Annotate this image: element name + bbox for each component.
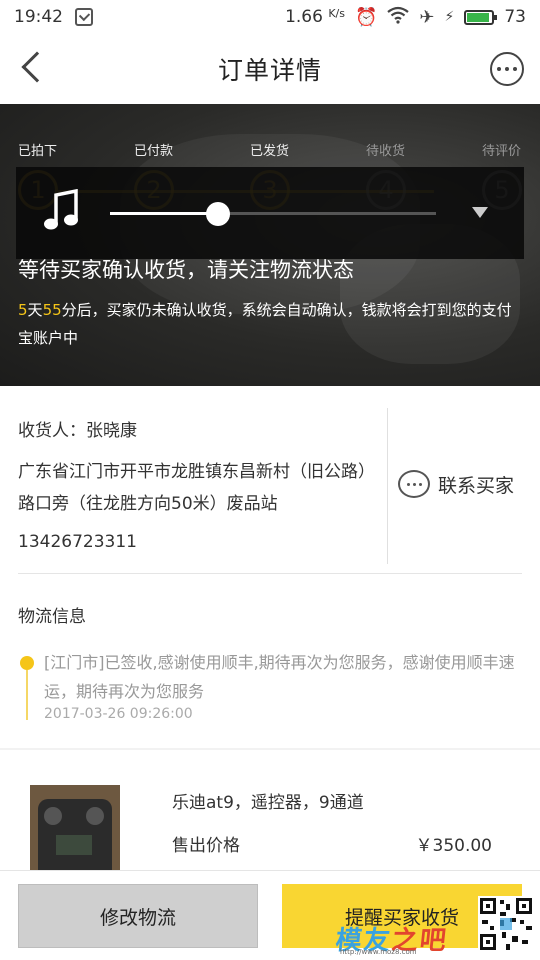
alarm-icon: ⏰ (355, 6, 378, 28)
progress-step-labels: 已拍下 已付款 已发货 待收货 待评价 (0, 140, 540, 160)
logistics-timestamp: 2017-03-26 09:26:00 (44, 706, 193, 722)
back-icon[interactable] (21, 51, 53, 83)
product-thumbnail[interactable] (30, 785, 120, 870)
network-speed-unit: K/s (328, 7, 345, 20)
player-seek-handle[interactable] (206, 202, 230, 226)
watermark-url: http://www.moz8.com (340, 948, 417, 956)
contact-buyer-label: 联系买家 (438, 474, 515, 497)
airplane-icon: ✈ (419, 6, 435, 28)
horizontal-divider (18, 573, 522, 574)
product-image-screen (56, 835, 92, 855)
receiver-name: 收货人：张晓康 (18, 421, 137, 441)
step-label-3: 已发货 (250, 144, 290, 159)
contact-buyer-button[interactable]: 联系买家 (398, 470, 514, 498)
product-item[interactable]: 乐迪at9，遥控器，9通道 售出价格 ￥350.00 (0, 750, 540, 870)
countdown-days: 5 (18, 301, 28, 319)
timeline-dot (20, 656, 34, 670)
music-note-icon[interactable] (42, 189, 82, 233)
page-title: 订单详情 (217, 56, 322, 85)
charging-icon: ⚡ (444, 9, 455, 25)
logistics-latest-entry[interactable]: [江门市]已签收,感谢使用顺丰,期待再次为您服务，感谢使用顺丰速运，期待再次为您… (44, 648, 520, 706)
step-label-4: 待收货 (366, 144, 406, 159)
player-progress-played[interactable] (110, 212, 220, 215)
notification-icon (75, 8, 93, 26)
logistics-title: 物流信息 (18, 607, 86, 627)
status-bar: 19:42 1.66 K/s ⏰ ✈ ⚡ 73 (0, 0, 540, 34)
bottom-action-bar: 修改物流 提醒买家收货 (0, 870, 540, 960)
countdown-days-unit: 天 (27, 301, 43, 319)
product-name: 乐迪at9，遥控器，9通道 (172, 793, 364, 813)
timeline-line (26, 670, 28, 720)
countdown-minutes: 55 (42, 301, 62, 319)
battery-level: 73 (504, 7, 526, 27)
step-label-1: 已拍下 (18, 144, 58, 159)
network-speed-value: 1.66 (285, 7, 323, 27)
product-image-stick-right (86, 807, 104, 825)
network-speed: 1.66 K/s (285, 7, 345, 27)
order-info-card: 收货人：张晓康 广东省江门市开平市龙胜镇东昌新村（旧公路）路口旁（往龙胜方向50… (0, 386, 540, 748)
receiver-phone: 13426723311 (18, 532, 137, 552)
player-progress-remaining[interactable] (220, 212, 436, 215)
battery-icon (464, 9, 498, 25)
status-description-text: 分后，买家仍未确认收货，系统会自动确认，钱款将会打到您的支付宝账户中 (18, 301, 512, 347)
receiver-address: 广东省江门市开平市龙胜镇东昌新村（旧公路）路口旁（往龙胜方向50米）废品站 (18, 462, 375, 514)
product-price: ￥350.00 (415, 836, 492, 856)
dropdown-arrow-icon[interactable] (472, 207, 488, 218)
wifi-icon (387, 6, 410, 29)
status-description: 5天55分后，买家仍未确认收货，系统会自动确认，钱款将会打到您的支付宝账户中 (18, 296, 518, 352)
step-label-2: 已付款 (134, 144, 174, 159)
modify-logistics-button[interactable]: 修改物流 (18, 884, 258, 948)
app-header: 订单详情 (0, 34, 540, 104)
more-options-icon[interactable] (490, 52, 524, 86)
vertical-divider (387, 408, 388, 564)
media-player-overlay[interactable] (16, 167, 524, 259)
status-right: 1.66 K/s ⏰ ✈ ⚡ 73 (285, 6, 526, 29)
qr-code-icon (478, 896, 534, 952)
status-time: 19:42 (14, 7, 63, 27)
chat-bubble-icon (398, 470, 430, 498)
price-label: 售出价格 (172, 836, 240, 856)
step-label-5: 待评价 (482, 144, 522, 159)
product-image-stick-left (44, 807, 62, 825)
